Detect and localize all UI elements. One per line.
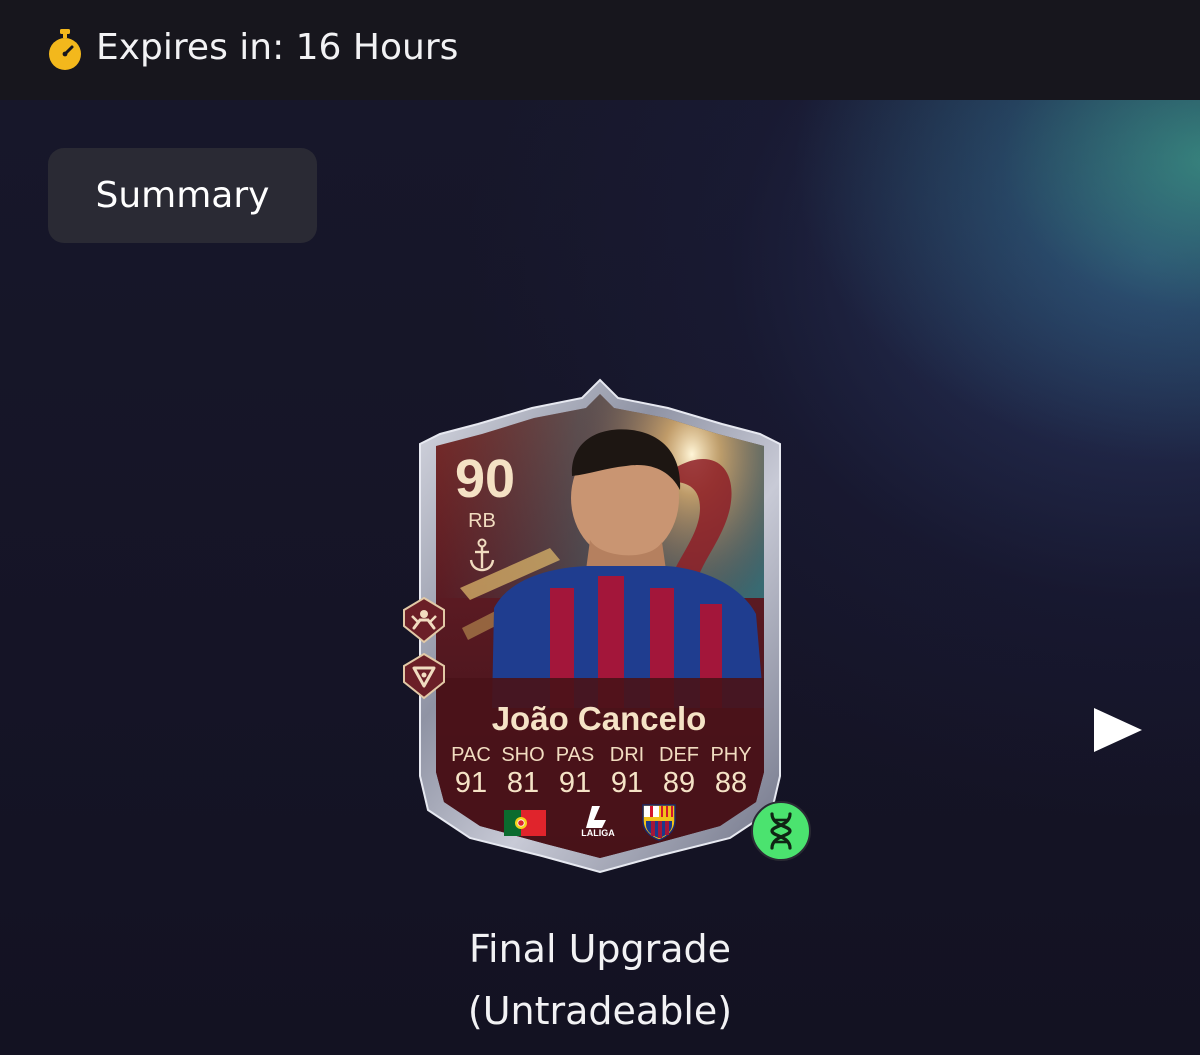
- barcelona-crest-icon: [642, 804, 676, 841]
- stat-value: 81: [506, 767, 540, 799]
- stopwatch-icon: [49, 29, 81, 70]
- reward-title: Final Upgrade (Untradeable): [300, 918, 900, 1042]
- stat-label: PAC: [451, 744, 491, 766]
- top-bar: Expires in: 16 Hours: [0, 0, 1200, 100]
- stat-value: 91: [610, 767, 644, 799]
- reward-title-line2: (Untradeable): [467, 989, 733, 1033]
- portugal-flag-icon: [504, 810, 546, 836]
- player-card[interactable]: 90 RB João Cancelo PAC 91 SHO 81 PAS 91: [400, 378, 800, 873]
- playstyle-plus-icon: [403, 652, 445, 700]
- stat-defending: DEF 89: [654, 744, 704, 800]
- dna-icon[interactable]: [750, 800, 812, 862]
- player-rating: 90: [454, 449, 516, 509]
- stat-value: 91: [454, 767, 488, 799]
- stat-label: PAS: [555, 744, 595, 766]
- play-arrow-icon[interactable]: [1092, 706, 1144, 754]
- summary-button[interactable]: Summary: [48, 148, 317, 243]
- player-position: RB: [468, 510, 496, 532]
- stat-value: 89: [662, 767, 696, 799]
- stat-physical: PHY 88: [706, 744, 756, 800]
- anchor-icon: [469, 538, 495, 572]
- stat-value: 91: [558, 767, 592, 799]
- stat-label: DRI: [609, 744, 645, 766]
- stat-passing: PAS 91: [550, 744, 600, 800]
- stat-pace: PAC 91: [446, 744, 496, 800]
- stat-label: DEF: [659, 744, 699, 766]
- stat-dribbling: DRI 91: [602, 744, 652, 800]
- player-stats: PAC 91 SHO 81 PAS 91 DRI 91 DEF 89 PHY 8…: [446, 744, 756, 800]
- league-name: LALIGA: [581, 828, 615, 838]
- stat-label: SHO: [501, 744, 545, 766]
- expiry-timer-text: Expires in: 16 Hours: [96, 27, 459, 68]
- stat-label: PHY: [710, 744, 752, 766]
- reward-title-line1: Final Upgrade: [468, 927, 732, 971]
- playstyle-plus-icon: [403, 596, 445, 644]
- player-name: João Cancelo: [491, 700, 707, 737]
- stat-shooting: SHO 81: [498, 744, 548, 800]
- stat-value: 88: [714, 767, 748, 799]
